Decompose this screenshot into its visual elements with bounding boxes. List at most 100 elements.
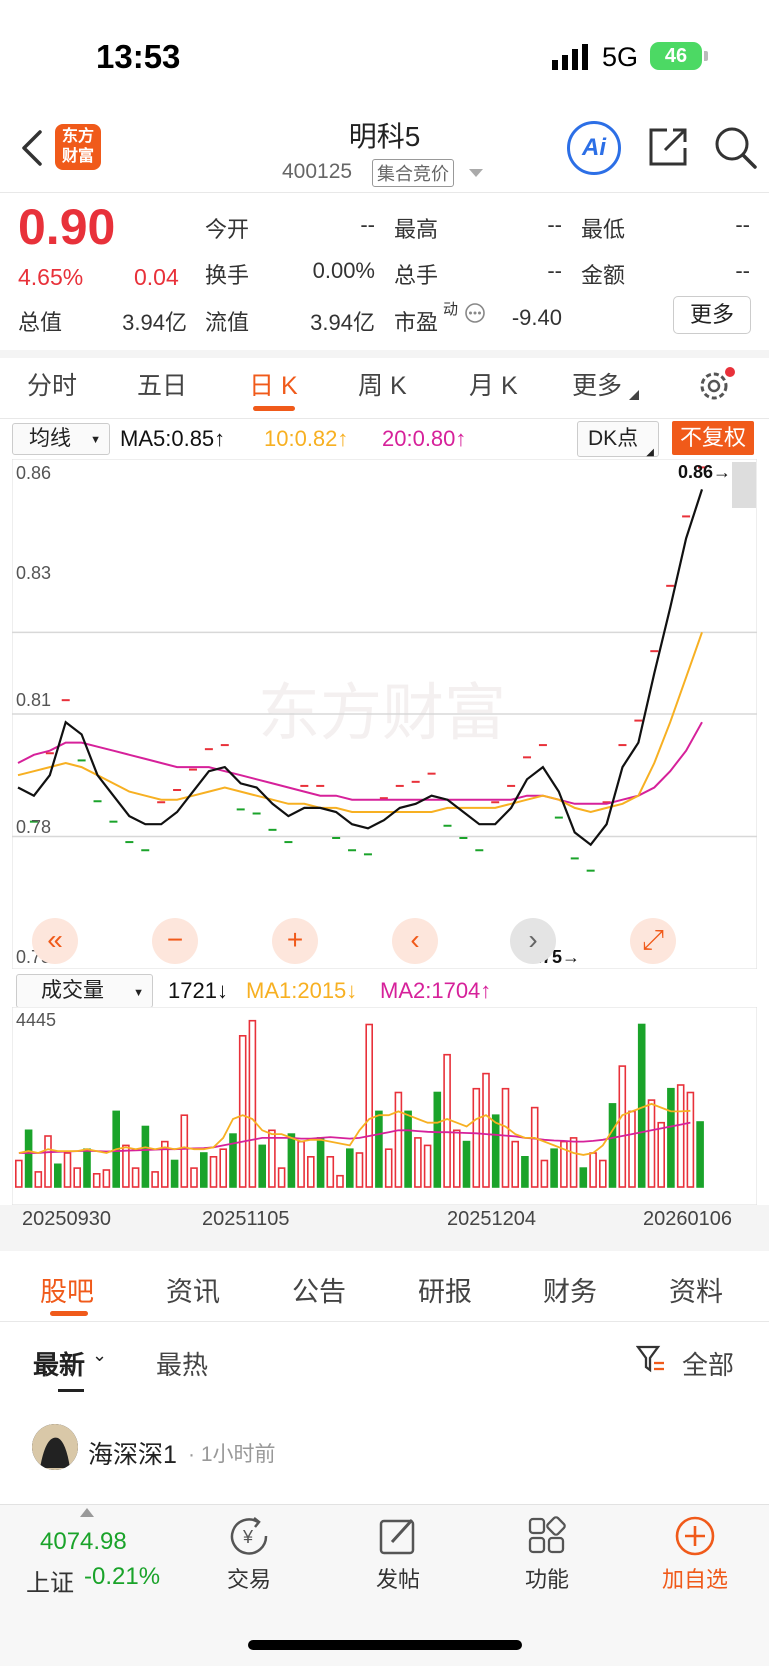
- tab-five-day[interactable]: 五日: [137, 366, 187, 402]
- high-label: 最高: [394, 217, 439, 242]
- more-quote-button[interactable]: 更多: [673, 296, 751, 334]
- volume-chart[interactable]: [12, 1007, 757, 1205]
- tab-monthly-k[interactable]: 月 K: [469, 366, 518, 402]
- zoom-out-button[interactable]: −: [152, 918, 198, 964]
- ma5-value: MA5:0.85↑: [120, 426, 226, 451]
- feed-tab-research[interactable]: 研报: [418, 1270, 472, 1309]
- kline-chart[interactable]: 东方财富: [12, 459, 757, 969]
- nav-post[interactable]: 发帖: [343, 1562, 453, 1594]
- volume-bar-0: [14, 1159, 23, 1188]
- low-label: 最低: [581, 217, 626, 242]
- share-icon[interactable]: [647, 126, 689, 168]
- y-label-0: 0.86: [16, 463, 52, 483]
- volume-bar-13: [141, 1125, 150, 1188]
- tab-daily-k[interactable]: 日 K: [249, 366, 298, 402]
- change-percent: 4.65%: [18, 264, 84, 290]
- low-value: --: [735, 212, 750, 237]
- fast-backward-button[interactable]: «: [32, 918, 78, 964]
- nav-trade[interactable]: 交易: [194, 1562, 304, 1594]
- volume-bar-47: [472, 1087, 481, 1188]
- volume-max-label: 4445: [16, 1010, 57, 1030]
- index-name[interactable]: 上证: [26, 1563, 74, 1598]
- volume-bar-16: [170, 1159, 179, 1188]
- sort-hot[interactable]: 最热: [156, 1345, 208, 1382]
- tab-intraday[interactable]: 分时: [27, 366, 77, 402]
- filter-all[interactable]: 全部: [682, 1345, 734, 1382]
- ai-button[interactable]: Ai: [567, 121, 621, 175]
- total-hands-value: --: [547, 258, 562, 283]
- svg-text:¥: ¥: [242, 1527, 254, 1547]
- tab-active-indicator: [253, 406, 295, 411]
- volume-bar-24: [248, 1019, 257, 1188]
- total-hands-label: 总手: [394, 263, 439, 288]
- sort-latest[interactable]: 最新: [33, 1345, 85, 1382]
- scroll-handle[interactable]: [732, 462, 756, 508]
- tab-weekly-k[interactable]: 周 K: [358, 366, 407, 402]
- volume-bar-23: [238, 1034, 247, 1188]
- turnover-value: 0.00%: [312, 258, 375, 283]
- trade-icon[interactable]: ¥: [228, 1516, 270, 1556]
- post-time: · 1小时前: [188, 1443, 276, 1466]
- signal-icon: [552, 44, 588, 70]
- stock-code: 400125: [282, 160, 353, 183]
- vol-ma2-value: MA2:1704↑: [380, 978, 492, 1003]
- volume-bar-46: [462, 1140, 471, 1188]
- index-expand-icon[interactable]: [80, 1508, 94, 1517]
- feed-tab-news[interactable]: 资讯: [166, 1270, 220, 1309]
- nav-add-watchlist[interactable]: 加自选: [640, 1562, 750, 1594]
- volume-indicator-selector[interactable]: 成交量 ▼: [16, 974, 153, 1008]
- volume-bar-53: [530, 1106, 539, 1188]
- volume-bar-25: [258, 1144, 266, 1188]
- post-username[interactable]: 海深深1: [88, 1435, 177, 1471]
- feed-tab-forum[interactable]: 股吧: [40, 1270, 94, 1309]
- indicator-selector[interactable]: 均线 ▼: [12, 423, 110, 455]
- volume-bar-40: [404, 1110, 412, 1188]
- volume-bar-68: [676, 1084, 685, 1188]
- volume-bar-63: [628, 1110, 636, 1188]
- fullscreen-button[interactable]: ⤢: [630, 918, 676, 964]
- y-label-3: 0.78: [16, 817, 52, 837]
- feed-tab-finance[interactable]: 财务: [543, 1270, 597, 1309]
- amount-value: --: [735, 258, 750, 283]
- volume-bar-30: [306, 1156, 315, 1188]
- index-value[interactable]: 4074.98: [40, 1528, 127, 1556]
- market-cap-value: 3.94亿: [122, 310, 187, 335]
- volume-bar-3: [44, 1135, 52, 1188]
- volume-bar-60: [598, 1159, 607, 1188]
- volume-bar-38: [384, 1148, 393, 1188]
- functions-grid-icon[interactable]: [527, 1516, 567, 1556]
- volume-bar-61: [608, 1103, 617, 1188]
- add-watchlist-icon[interactable]: [674, 1515, 716, 1557]
- battery-tip: [704, 51, 708, 61]
- dk-point-selector[interactable]: DK点 ◢: [577, 421, 659, 458]
- tab-more[interactable]: 更多: [572, 366, 622, 402]
- volume-bar-49: [491, 1114, 500, 1188]
- step-back-button[interactable]: ‹: [392, 918, 438, 964]
- zoom-in-button[interactable]: +: [272, 918, 318, 964]
- nav-functions[interactable]: 功能: [492, 1562, 602, 1594]
- more-info-icon[interactable]: [464, 302, 486, 324]
- volume-value: 1721↓: [168, 978, 228, 1003]
- volume-bar-26: [268, 1129, 276, 1188]
- filter-icon[interactable]: [636, 1344, 666, 1374]
- feed-tab-profile[interactable]: 资料: [669, 1270, 723, 1309]
- no-adjust-button[interactable]: 不复权: [672, 421, 754, 455]
- step-forward-button[interactable]: ›: [510, 918, 556, 964]
- volume-bar-35: [355, 1152, 364, 1188]
- battery-icon: 46: [650, 42, 702, 70]
- volume-bar-14: [151, 1171, 159, 1188]
- volume-bar-42: [423, 1144, 432, 1188]
- float-cap-label: 流值: [205, 310, 250, 335]
- avatar[interactable]: [32, 1424, 78, 1470]
- dropdown-caret-icon[interactable]: [469, 169, 483, 178]
- feed-tab-announcements[interactable]: 公告: [292, 1270, 346, 1309]
- index-change[interactable]: -0.21%: [84, 1563, 160, 1591]
- settings-gear-icon[interactable]: [697, 366, 737, 406]
- search-icon[interactable]: [714, 126, 758, 170]
- compose-icon[interactable]: [378, 1516, 418, 1556]
- high-marker: 0.86→: [678, 462, 732, 482]
- volume-bar-50: [501, 1087, 510, 1188]
- volume-bar-37: [375, 1110, 383, 1188]
- volume-bar-39: [394, 1091, 403, 1188]
- volume-bar-7: [83, 1148, 91, 1188]
